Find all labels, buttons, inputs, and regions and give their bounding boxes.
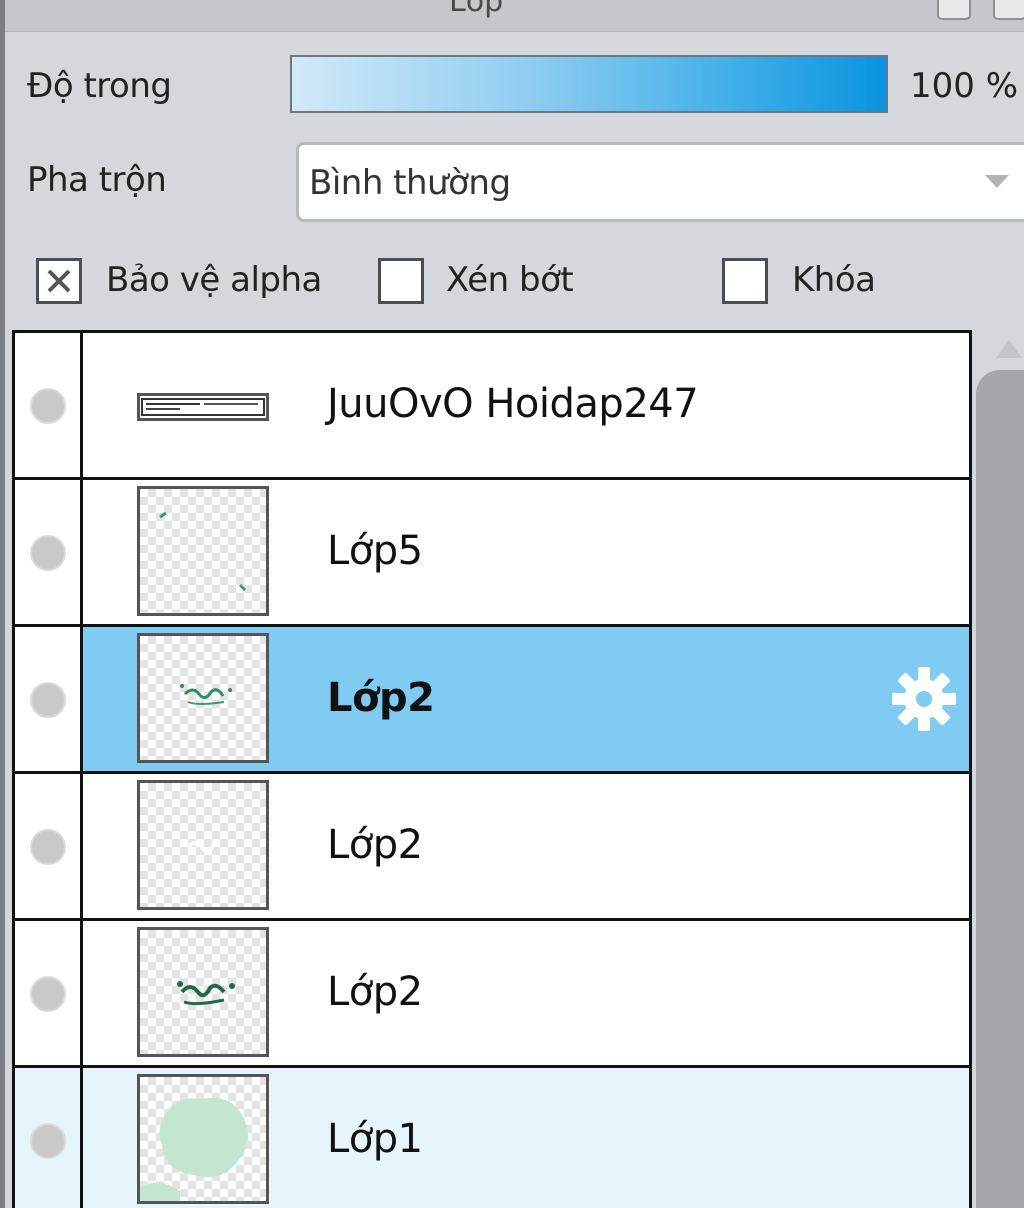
- layer-thumbnail: [137, 633, 269, 763]
- layer-thumbnail: [137, 486, 269, 616]
- panel-restore-button[interactable]: [937, 0, 971, 20]
- scroll-up-icon[interactable]: [996, 340, 1022, 358]
- visibility-toggle[interactable]: [15, 480, 83, 624]
- layer-thumbnail: [137, 1074, 269, 1204]
- lock-label: Khóa: [792, 260, 876, 300]
- layer-name[interactable]: Lớp2: [327, 675, 435, 721]
- layer-thumbnail: [137, 780, 269, 910]
- layer-row[interactable]: Lớp5: [15, 480, 969, 627]
- visibility-toggle[interactable]: [15, 921, 83, 1065]
- visibility-dot-icon: [30, 1123, 66, 1159]
- clip-checkbox[interactable]: [378, 258, 424, 304]
- protect-alpha-checkbox[interactable]: [36, 258, 82, 304]
- layer-row-selected[interactable]: Lớp2: [15, 627, 969, 774]
- visibility-toggle[interactable]: [15, 774, 83, 918]
- blend-mode-value: Bình thường: [309, 163, 511, 203]
- visibility-toggle[interactable]: [15, 627, 83, 771]
- blend-mode-label: Pha trộn: [27, 160, 167, 200]
- panel-titlebar[interactable]: Lớp: [5, 0, 1024, 32]
- visibility-dot-icon: [30, 388, 66, 424]
- layer-row[interactable]: Lớp1: [15, 1068, 969, 1208]
- panel-menu-button[interactable]: [993, 0, 1024, 20]
- visibility-toggle[interactable]: [15, 333, 83, 477]
- chevron-down-icon: [985, 175, 1009, 188]
- gear-icon[interactable]: [889, 664, 959, 734]
- layer-name[interactable]: Lớp2: [327, 822, 423, 868]
- lock-checkbox[interactable]: [722, 258, 768, 304]
- panel-title: Lớp: [449, 0, 504, 19]
- panel-left-edge: [0, 0, 5, 1208]
- layer-row[interactable]: Lớp2: [15, 774, 969, 921]
- layer-row[interactable]: Lớp2: [15, 921, 969, 1068]
- opacity-value: 100 %: [910, 66, 1019, 106]
- layer-list[interactable]: JuuOvO Hoidap247 Lớp5 Lớp2 Lớp2 Lớp2 Lớp…: [12, 330, 972, 1208]
- layer-thumbnail: [137, 927, 269, 1057]
- layer-name[interactable]: Lớp5: [327, 528, 423, 574]
- visibility-toggle[interactable]: [15, 1068, 83, 1208]
- opacity-slider[interactable]: [290, 55, 888, 113]
- opacity-label: Độ trong: [27, 66, 172, 106]
- layer-name[interactable]: JuuOvO Hoidap247: [327, 381, 699, 427]
- layer-name[interactable]: Lớp1: [327, 1116, 423, 1162]
- visibility-dot-icon: [30, 829, 66, 865]
- protect-alpha-label: Bảo vệ alpha: [106, 260, 322, 300]
- layer-row[interactable]: JuuOvO Hoidap247: [15, 333, 969, 480]
- clip-label: Xén bớt: [446, 260, 574, 300]
- blend-mode-select[interactable]: Bình thường: [296, 142, 1024, 222]
- layer-thumbnail: [137, 393, 269, 421]
- visibility-dot-icon: [30, 682, 66, 718]
- layer-name[interactable]: Lớp2: [327, 969, 423, 1015]
- scrollbar-thumb[interactable]: [976, 370, 1024, 1208]
- visibility-dot-icon: [30, 976, 66, 1012]
- checkmark-x-icon: [47, 269, 71, 293]
- visibility-dot-icon: [30, 535, 66, 571]
